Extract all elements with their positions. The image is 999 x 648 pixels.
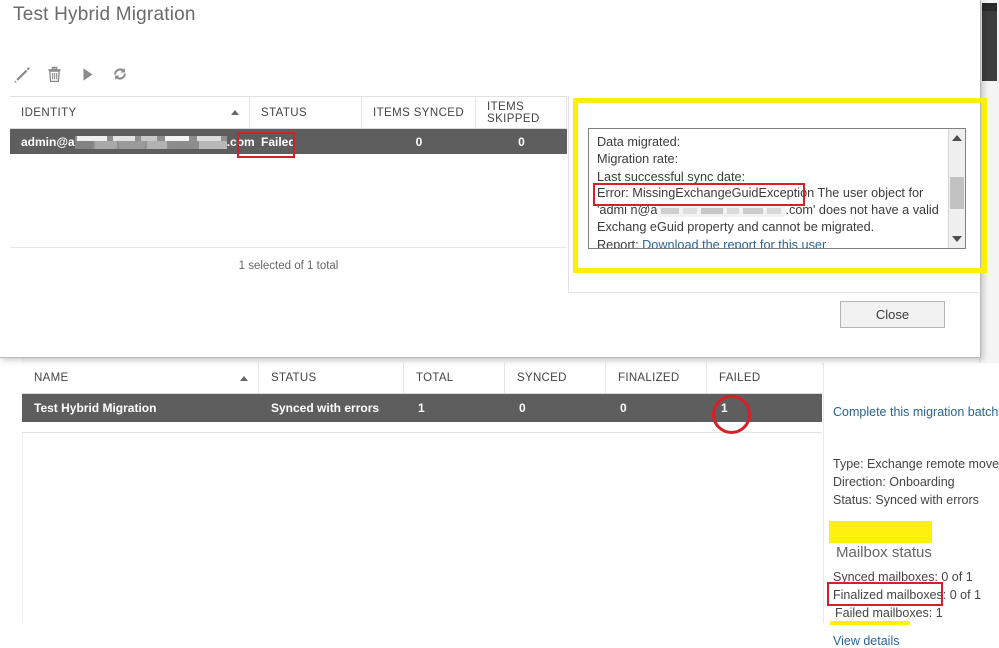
- error-code-label: Error: MissingExchangeGuidException: [597, 185, 815, 200]
- detail-line-data-migrated: Data migrated:: [597, 135, 681, 149]
- table-row[interactable]: admin@a .com Failed 0 0: [10, 129, 567, 154]
- table-row[interactable]: Test Hybrid Migration Synced with errors…: [22, 394, 822, 422]
- column-header-total[interactable]: TOTAL: [404, 363, 505, 393]
- migration-batches-grid: NAME STATUS TOTAL SYNCED FINALIZED FAILE…: [22, 363, 822, 433]
- batch-status: Status: Synced with errors: [833, 493, 979, 507]
- column-header-identity[interactable]: IDENTITY: [10, 97, 250, 128]
- cell-identity: admin@a .com: [10, 129, 255, 154]
- batch-meta-block: Type: Exchange remote move Direction: On…: [833, 455, 999, 509]
- cell-batch-failed: 1: [721, 401, 728, 415]
- column-header-identity-label: IDENTITY: [21, 106, 77, 119]
- grid-bottom-spacer: [22, 422, 822, 433]
- download-report-link[interactable]: Download the report for this user: [642, 238, 826, 248]
- sort-ascending-icon: [240, 375, 248, 381]
- play-icon[interactable]: [76, 63, 98, 85]
- column-header-finalized-label: FINALIZED: [618, 372, 680, 384]
- column-header-mailbox-status-label: STATUS: [261, 106, 308, 119]
- mailbox-detail-box: Data migrated: Migration rate: Last succ…: [588, 128, 966, 249]
- cell-batch-synced: 0: [519, 401, 526, 415]
- cell-batch-total: 1: [418, 401, 425, 415]
- cell-batch-name: Test Hybrid Migration: [34, 401, 157, 415]
- batch-type: Type: Exchange remote move: [833, 457, 999, 471]
- detail-scrollbar[interactable]: [948, 129, 965, 248]
- column-header-failed-label: FAILED: [719, 372, 761, 384]
- scroll-up-icon[interactable]: [949, 130, 965, 146]
- column-header-items-skipped[interactable]: ITEMS SKIPPED: [476, 97, 567, 128]
- dialog-toolbar: [10, 63, 131, 85]
- migration-status-dialog: Test Hybrid Migration IDENTITY STATUS IT…: [0, 0, 981, 358]
- cell-items-synced: 0: [415, 134, 423, 149]
- mailbox-status-heading: Mailbox status: [836, 544, 932, 561]
- synced-mailboxes: Synced mailboxes: 0 of 1: [833, 570, 973, 584]
- identity-prefix: admin@a: [21, 134, 75, 149]
- detail-line-migration-rate: Migration rate:: [597, 152, 679, 167]
- column-header-finalized[interactable]: FINALIZED: [606, 363, 707, 393]
- mailbox-grid-header-row: IDENTITY STATUS ITEMS SYNCED ITEMS SKIPP…: [10, 96, 567, 129]
- cell-batch-finalized: 0: [620, 401, 627, 415]
- column-header-items-synced[interactable]: ITEMS SYNCED: [362, 97, 476, 128]
- background-left-gutter: [0, 357, 23, 623]
- column-header-synced[interactable]: SYNCED: [505, 363, 606, 393]
- migration-batches-header-row: NAME STATUS TOTAL SYNCED FINALIZED FAILE…: [22, 363, 822, 394]
- column-header-synced-label: SYNCED: [517, 372, 567, 384]
- view-details-link[interactable]: View details: [833, 634, 899, 648]
- column-header-items-synced-label: ITEMS SYNCED: [373, 106, 465, 119]
- detail-line-last-sync: Last successful sync date:: [597, 169, 746, 184]
- column-header-items-skipped-label: ITEMS SKIPPED: [487, 100, 540, 125]
- mailbox-status-block: Synced mailboxes: 0 of 1 Finalized mailb…: [833, 568, 999, 622]
- detail-report-line: Report: Download the report for this use…: [597, 237, 942, 249]
- close-button[interactable]: Close: [840, 301, 945, 328]
- view-details-wrapper: View details: [833, 634, 899, 648]
- redaction-block: [657, 205, 786, 218]
- column-header-name-label: NAME: [34, 372, 69, 384]
- scrollbar-thumb[interactable]: [950, 177, 964, 209]
- edit-icon[interactable]: [10, 63, 32, 85]
- mailbox-detail-text: Data migrated: Migration rate: Last succ…: [597, 134, 942, 249]
- complete-migration-batch-link[interactable]: Complete this migration batch: [833, 405, 999, 419]
- dialog-title: Test Hybrid Migration: [13, 4, 196, 25]
- detail-error-line: Error: MissingExchangeGuidException The …: [597, 185, 942, 237]
- failed-mailboxes: Failed mailboxes: 1: [835, 606, 943, 620]
- finalized-mailboxes: Finalized mailboxes: 0 of 1: [833, 588, 981, 602]
- cell-mailbox-status: Failed: [261, 134, 296, 149]
- batch-details-pane: Complete this migration batch Type: Exch…: [823, 363, 999, 648]
- cell-items-skipped: 0: [518, 134, 525, 149]
- dialog-vertical-divider: [568, 96, 569, 293]
- mailbox-grid: IDENTITY STATUS ITEMS SYNCED ITEMS SKIPP…: [10, 96, 567, 284]
- cell-batch-status: Synced with errors: [271, 401, 380, 415]
- batch-direction: Direction: Onboarding: [833, 475, 955, 489]
- redaction-block: [74, 136, 227, 149]
- page-scrollbar-thumb[interactable]: [982, 3, 997, 81]
- sort-ascending-icon: [231, 110, 239, 115]
- dialog-horizontal-divider: [568, 292, 979, 293]
- column-header-status-label: STATUS: [271, 372, 317, 384]
- delete-icon[interactable]: [43, 63, 65, 85]
- scroll-down-icon[interactable]: [949, 231, 965, 247]
- report-label: Report:: [597, 237, 643, 249]
- refresh-icon[interactable]: [109, 63, 131, 85]
- column-header-status[interactable]: STATUS: [259, 363, 404, 393]
- column-header-name[interactable]: NAME: [22, 363, 259, 393]
- selection-summary: 1 selected of 1 total: [238, 260, 339, 272]
- column-header-failed[interactable]: FAILED: [707, 363, 808, 393]
- column-header-mailbox-status[interactable]: STATUS: [250, 97, 362, 128]
- column-header-total-label: TOTAL: [416, 372, 454, 384]
- mailbox-grid-empty-area: [10, 154, 567, 248]
